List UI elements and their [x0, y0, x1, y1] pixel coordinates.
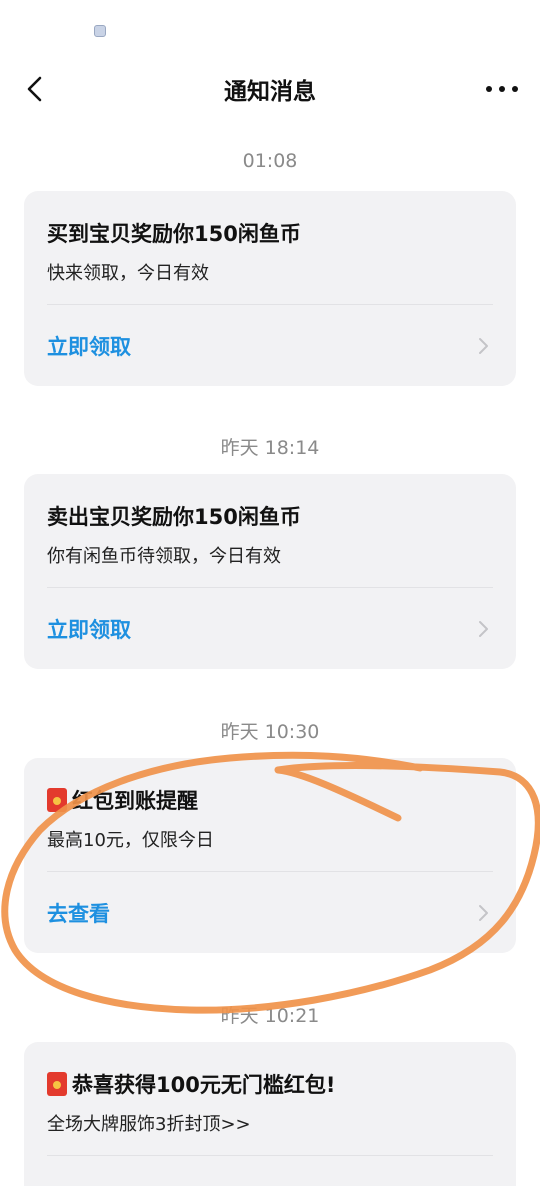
status-bar — [0, 0, 540, 56]
notification-app-icon — [94, 25, 106, 37]
chevron-right-icon — [479, 905, 488, 921]
message-card[interactable]: 买到宝贝奖励你150闲鱼币 快来领取，今日有效 立即领取 — [24, 191, 516, 386]
page-title: 通知消息 — [224, 79, 316, 105]
message-title: 买到宝贝奖励你150闲鱼币 — [47, 218, 301, 248]
claim-now-link[interactable]: 立即领取 — [47, 331, 131, 361]
message-card[interactable]: 红包到账提醒 最高10元，仅限今日 去查看 — [24, 758, 516, 953]
more-dots-icon — [486, 86, 518, 92]
message-title-text: 红包到账提醒 — [72, 789, 198, 813]
message-card[interactable]: 恭喜获得100元无门槛红包! 全场大牌服饰3折封顶>> — [24, 1042, 516, 1186]
message-time: 01:08 — [242, 150, 298, 172]
chevron-right-icon — [479, 621, 488, 637]
claim-now-link[interactable]: 立即领取 — [47, 614, 131, 644]
more-button[interactable] — [482, 70, 522, 108]
message-card[interactable]: 卖出宝贝奖励你150闲鱼币 你有闲鱼币待领取，今日有效 立即领取 — [24, 474, 516, 669]
message-subtitle: 你有闲鱼币待领取，今日有效 — [47, 546, 281, 567]
message-title: 卖出宝贝奖励你150闲鱼币 — [47, 501, 301, 531]
chevron-right-icon — [479, 338, 488, 354]
card-divider — [47, 587, 493, 588]
message-subtitle: 全场大牌服饰3折封顶>> — [47, 1114, 251, 1135]
view-link[interactable]: 去查看 — [47, 898, 110, 928]
card-divider — [47, 1155, 493, 1156]
message-title-text: 卖出宝贝奖励你150闲鱼币 — [47, 505, 301, 529]
message-title: 红包到账提醒 — [47, 785, 198, 815]
card-divider — [47, 871, 493, 872]
card-divider — [47, 304, 493, 305]
message-time: 昨天 10:30 — [220, 721, 320, 743]
message-subtitle: 最高10元，仅限今日 — [47, 830, 214, 851]
message-title: 恭喜获得100元无门槛红包! — [47, 1069, 335, 1099]
nav-bar: 通知消息 — [0, 56, 540, 122]
message-time: 昨天 10:21 — [220, 1005, 320, 1027]
red-packet-icon — [47, 788, 67, 812]
message-title-text: 恭喜获得100元无门槛红包! — [72, 1073, 336, 1097]
message-time: 昨天 18:14 — [220, 437, 320, 459]
message-title-text: 买到宝贝奖励你150闲鱼币 — [47, 222, 301, 246]
red-packet-icon — [47, 1072, 67, 1096]
message-subtitle: 快来领取，今日有效 — [47, 263, 209, 284]
